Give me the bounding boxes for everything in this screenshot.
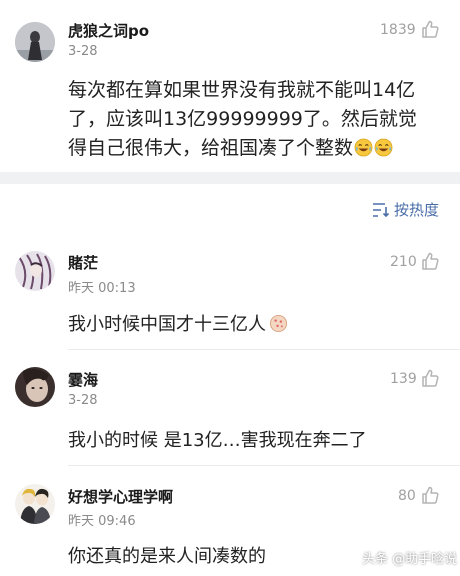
thumbs-up-icon[interactable] — [420, 368, 440, 388]
section-divider — [0, 172, 460, 184]
comment-author[interactable]: 賭茫 — [68, 252, 98, 273]
watermark: 头条 @助手晗说 — [362, 552, 458, 567]
thumbs-up-icon[interactable] — [420, 485, 440, 505]
sort-bar — [0, 184, 460, 234]
post-time: 3-28 — [68, 44, 98, 59]
comment-author[interactable]: 霎海 — [68, 369, 98, 390]
comment-time: 昨天 09:46 — [68, 514, 136, 529]
avatar[interactable] — [15, 251, 55, 291]
laughing-crying-icon — [374, 138, 393, 157]
post-line-text: 得自己很伟大，给祖国凑了个整数 — [68, 137, 354, 159]
laughing-crying-icon — [354, 138, 373, 157]
like-count: 210 — [390, 254, 417, 270]
comment-text: 你还真的是来人间凑数的 — [68, 546, 266, 567]
comment-time: 3-28 — [68, 393, 98, 408]
thumbs-up-icon[interactable] — [420, 19, 440, 39]
post-body: 每次都在算如果世界没有我就不能叫14亿 了，应该叫13亿99999999了。然后… — [68, 76, 450, 163]
post-line: 了，应该叫13亿99999999了。然后就觉 — [68, 108, 417, 130]
avatar[interactable] — [15, 484, 55, 524]
post-line: 每次都在算如果世界没有我就不能叫14亿 — [68, 79, 416, 101]
comment-text: 我小的时候 是13亿…害我现在奔二了 — [68, 430, 367, 451]
main-post: 虎狼之词po 3-28 1839 每次都在算如果世界没有我就不能叫14亿 了，应… — [0, 0, 460, 172]
like-count: 1839 — [380, 22, 416, 38]
like-count: 80 — [398, 488, 416, 504]
like-count: 139 — [390, 371, 417, 387]
comment-body: 我小时候中国才十三亿人 — [68, 310, 288, 336]
comment-author[interactable]: 好想学心理学啊 — [68, 486, 173, 507]
thumbs-up-icon[interactable] — [420, 251, 440, 271]
post-line: 得自己很伟大，给祖国凑了个整数 — [68, 134, 450, 163]
avatar[interactable] — [15, 367, 55, 407]
comment-divider — [68, 465, 460, 466]
avatar[interactable] — [15, 22, 55, 62]
sort-by-hot-button[interactable]: 按热度 — [394, 199, 439, 220]
comment-divider — [68, 349, 460, 350]
sort-icon[interactable] — [372, 202, 390, 218]
cookie-icon — [269, 314, 288, 333]
comment-time: 昨天 00:13 — [68, 281, 136, 296]
post-author[interactable]: 虎狼之词po — [68, 20, 149, 41]
comment-text: 我小时候中国才十三亿人 — [68, 314, 266, 335]
